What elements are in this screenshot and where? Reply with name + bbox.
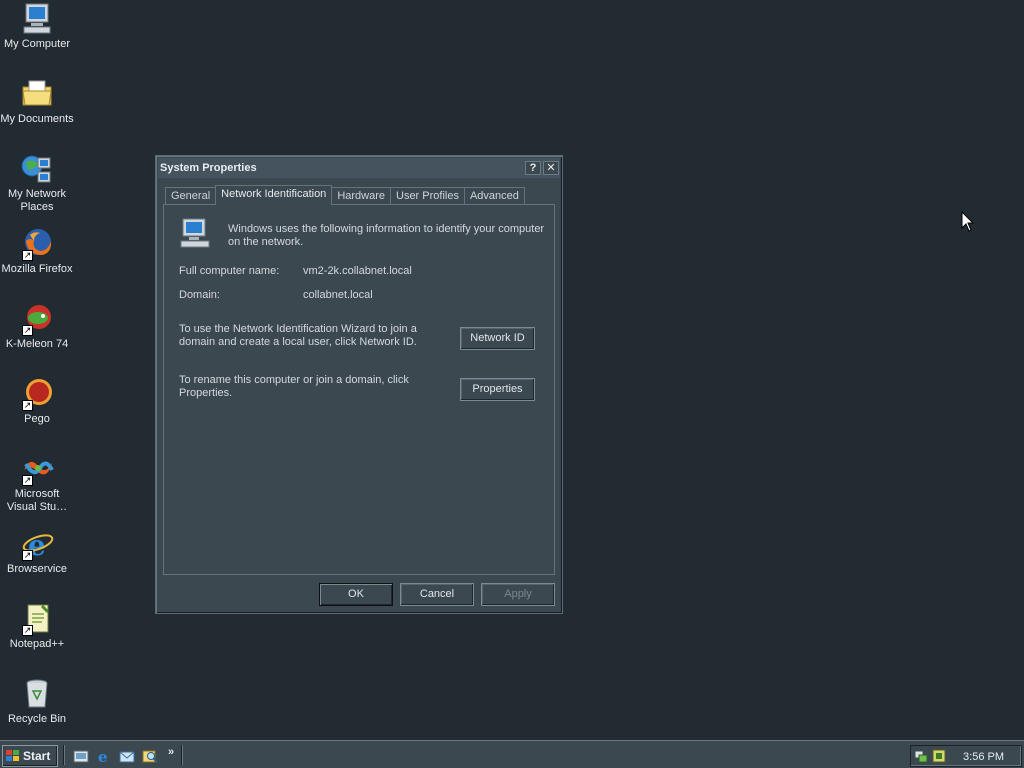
mouse-cursor-icon <box>961 210 975 233</box>
tab-advanced[interactable]: Advanced <box>463 187 525 205</box>
rename-description: To rename this computer or join a domain… <box>179 374 409 399</box>
internet-explorer-icon[interactable]: e <box>96 748 112 766</box>
taskbar-separator <box>181 745 183 765</box>
dialog-titlebar[interactable]: System Properties ? ✕ <box>158 158 560 178</box>
help-button[interactable]: ? <box>525 161 541 175</box>
kmeleon-icon: ↗ <box>20 302 54 336</box>
explorer-search-icon[interactable] <box>142 748 158 764</box>
desktop-icon-kmeleon[interactable]: ↗ K-Meleon 74 <box>0 302 74 351</box>
desktop-icon-label: Microsoft Visual Stu… <box>6 488 68 513</box>
full-name-label: Full computer name: <box>179 265 280 277</box>
close-button[interactable]: ✕ <box>543 161 559 175</box>
info-text: Windows uses the following information t… <box>228 223 545 248</box>
desktop-icon-label: Mozilla Firefox <box>1 263 73 275</box>
shortcut-arrow-icon: ↗ <box>22 475 33 486</box>
desktop-icon-recycle-bin[interactable]: Recycle Bin <box>0 677 74 726</box>
desktop-icon-firefox[interactable]: ↗ Mozilla Firefox <box>0 227 74 276</box>
titlebar-buttons: ? ✕ <box>525 161 560 175</box>
network-places-icon <box>20 152 54 186</box>
desktop-icon-label: My Documents <box>0 113 74 125</box>
quicklaunch-chevron-icon[interactable]: » <box>168 746 174 758</box>
shortcut-arrow-icon: ↗ <box>22 400 33 411</box>
desktop-icon-label: Notepad++ <box>9 638 65 650</box>
desktop-icon-browservice[interactable]: e ↗ Browservice <box>0 527 74 576</box>
taskbar-separator <box>63 745 65 765</box>
desktop-icon-label: Recycle Bin <box>7 713 67 725</box>
desktop-icon-my-network-places[interactable]: My Network Places <box>0 152 74 214</box>
clock[interactable]: 3:56 PM <box>963 751 1004 763</box>
domain-value: collabnet.local <box>303 289 373 301</box>
desktop-icon-pego[interactable]: ↗ Pego <box>0 377 74 426</box>
tab-general[interactable]: General <box>165 187 217 205</box>
computer-icon <box>179 217 211 249</box>
apply-button: Apply <box>481 583 555 606</box>
tab-hardware[interactable]: Hardware <box>331 187 391 205</box>
outlook-express-icon[interactable] <box>119 748 135 764</box>
dialog-title: System Properties <box>160 162 257 174</box>
network-id-button[interactable]: Network ID <box>460 327 535 350</box>
domain-label: Domain: <box>179 289 220 301</box>
internet-explorer-icon: e ↗ <box>20 527 54 562</box>
tab-network-identification[interactable]: Network Identification <box>215 185 333 205</box>
full-name-value: vm2-2k.collabnet.local <box>303 265 412 277</box>
start-button[interactable]: Start <box>2 745 58 767</box>
notepadpp-icon: ↗ <box>20 602 54 636</box>
start-label: Start <box>23 749 51 763</box>
desktop-icon-label: My Network Places <box>7 188 67 213</box>
wizard-description: To use the Network Identification Wizard… <box>179 323 417 348</box>
tab-strip: General Network Identification Hardware … <box>165 185 525 205</box>
shortcut-arrow-icon: ↗ <box>22 325 33 336</box>
my-computer-icon <box>20 2 54 36</box>
cancel-button[interactable]: Cancel <box>400 583 474 606</box>
system-properties-dialog: System Properties ? ✕ General Network Id… <box>155 155 563 614</box>
properties-button[interactable]: Properties <box>460 378 535 401</box>
desktop-icon-my-documents[interactable]: My Documents <box>0 77 74 126</box>
firefox-icon: ↗ <box>20 227 54 261</box>
ok-button[interactable]: OK <box>319 583 393 606</box>
desktop-icon-notepadpp[interactable]: ↗ Notepad++ <box>0 602 74 651</box>
desktop-icon-label: My Computer <box>3 38 71 50</box>
visual-studio-icon: ↗ <box>20 452 54 486</box>
desktop-icon-label: Pego <box>24 413 50 425</box>
desktop-icon-label: Browservice <box>7 563 67 575</box>
shortcut-arrow-icon: ↗ <box>22 550 33 561</box>
pego-icon: ↗ <box>20 377 54 411</box>
folder-icon <box>20 77 54 111</box>
desktop-icon-my-computer[interactable]: My Computer <box>0 2 74 51</box>
svg-text:e: e <box>98 748 108 764</box>
tab-user-profiles[interactable]: User Profiles <box>390 187 465 205</box>
show-desktop-icon[interactable] <box>73 748 89 764</box>
desktop-icon-label: K-Meleon 74 <box>5 338 69 350</box>
shortcut-arrow-icon: ↗ <box>22 625 33 636</box>
volume-tray-icon[interactable] <box>932 749 946 763</box>
system-tray: 3:56 PM <box>910 745 1022 767</box>
shortcut-arrow-icon: ↗ <box>22 250 33 261</box>
network-identification-panel: Windows uses the following information t… <box>163 204 555 575</box>
desktop-icon-visual-studio[interactable]: ↗ Microsoft Visual Stu… <box>0 452 74 514</box>
windows-logo-icon <box>6 750 20 762</box>
recycle-bin-icon <box>20 677 54 711</box>
network-tray-icon[interactable] <box>914 749 928 763</box>
taskbar: Start e » 3:56 PM <box>0 740 1024 768</box>
